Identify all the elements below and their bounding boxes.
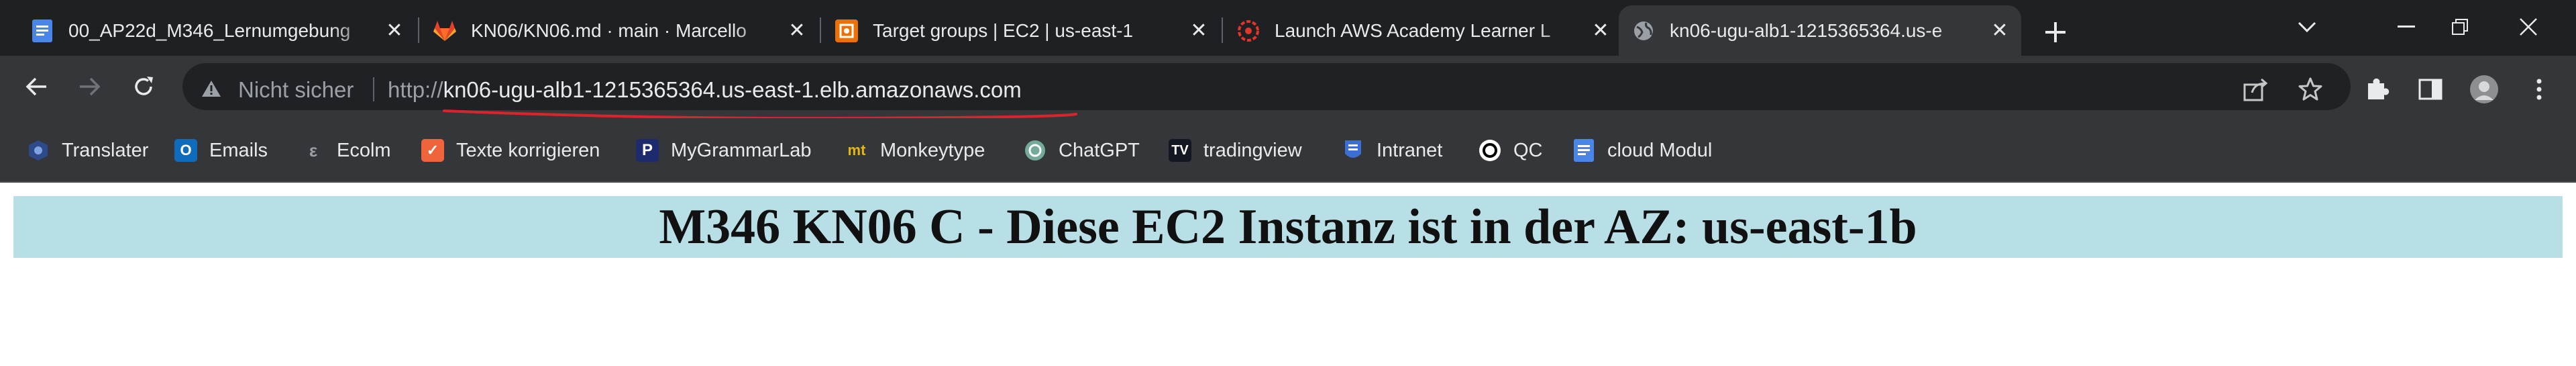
tab-separator (1222, 17, 1223, 43)
close-window-button[interactable] (2505, 7, 2552, 47)
bookmark-label: Monkeytype (880, 139, 985, 161)
bookmark-mygrammarlab[interactable]: P MyGrammarLab (636, 133, 812, 168)
bookmark-label: MyGrammarLab (671, 139, 812, 161)
url-host: kn06-ugu-alb1-1215365364.us-east-1.elb.a… (443, 77, 1022, 102)
bookmark-star-button[interactable] (2295, 74, 2326, 105)
forward-button[interactable] (70, 66, 110, 107)
omnibox-divider (373, 77, 374, 101)
tab-title: Launch AWS Academy Learner L (1275, 19, 1551, 41)
outlook-icon: O (174, 139, 197, 162)
star-icon (2298, 77, 2322, 101)
mygrammarlab-icon: P (636, 139, 659, 162)
side-panel-button[interactable] (2415, 74, 2446, 105)
avatar-icon (2470, 75, 2498, 103)
tab-title: Target groups | EC2 | us-east-1 (873, 19, 1134, 41)
close-icon[interactable]: ✕ (1188, 19, 1210, 42)
bookmark-label: Emails (209, 139, 268, 161)
more-vert-icon (2536, 79, 2542, 100)
chevron-down-icon (2298, 21, 2316, 33)
minimize-icon (2398, 26, 2415, 28)
bookmark-label: ChatGPT (1059, 139, 1140, 161)
bookmark-label: QC (1513, 139, 1543, 161)
minimize-button[interactable] (2383, 7, 2430, 47)
intranet-icon (1342, 139, 1364, 162)
reload-button[interactable] (123, 66, 164, 107)
security-status-label[interactable]: Nicht sicher (238, 77, 354, 103)
page-heading-banner: M346 KN06 C - Diese EC2 Instanz ist in d… (13, 196, 2563, 258)
bookmark-ecolm[interactable]: ε Ecolm (302, 133, 391, 168)
url-scheme: http:// (388, 77, 443, 102)
tab-strip: 00_AP22d_M346_Lernumgebung ✕ KN06/KN06.m… (0, 0, 2576, 56)
close-icon[interactable]: ✕ (1590, 19, 1611, 42)
aws-academy-icon (1237, 19, 1260, 42)
tab-search-button[interactable] (2284, 7, 2330, 47)
restore-button[interactable] (2436, 7, 2483, 47)
bookmark-label: tradingview (1203, 139, 1302, 161)
bookmark-texte-korrigieren[interactable]: ✓ Texte korrigieren (421, 133, 600, 168)
text-correct-icon: ✓ (421, 139, 444, 162)
tab-aws-academy[interactable]: Launch AWS Academy Learner L ✕ (1224, 5, 1622, 56)
tradingview-icon: TV (1169, 139, 1191, 162)
share-icon (2243, 78, 2268, 101)
tab-title: kn06-ugu-alb1-1215365364.us-e (1670, 19, 1943, 41)
google-docs-icon (31, 19, 54, 42)
tab-separator (418, 17, 419, 43)
page-title: M346 KN06 C - Diese EC2 Instanz ist in d… (659, 199, 1917, 255)
chatgpt-icon (1024, 139, 1046, 162)
close-icon[interactable]: ✕ (786, 19, 808, 42)
bookmark-tradingview[interactable]: TV tradingview (1169, 133, 1302, 168)
reload-icon (135, 77, 153, 95)
profile-avatar[interactable] (2469, 74, 2500, 105)
bookmark-label: Ecolm (337, 139, 391, 161)
extensions-button[interactable] (2361, 74, 2392, 105)
plus-icon (2045, 22, 2065, 42)
qc-icon (1479, 139, 1501, 162)
bookmark-label: Translater (62, 139, 149, 161)
share-button[interactable] (2241, 74, 2271, 105)
bookmark-emails[interactable]: O Emails (174, 133, 268, 168)
bookmark-qc[interactable]: QC (1479, 133, 1543, 168)
close-icon[interactable]: ✕ (384, 19, 405, 42)
bookmark-monkeytype[interactable]: mt Monkeytype (845, 133, 985, 168)
tab-title: 00_AP22d_M346_Lernumgebung (68, 19, 351, 41)
tab-title: KN06/KN06.md · main · Marcello (471, 19, 747, 41)
bookmark-label: cloud Modul (1607, 139, 1713, 161)
gitlab-icon (433, 19, 456, 42)
ecolm-icon: ε (309, 140, 318, 161)
globe-icon (1632, 19, 1655, 42)
tab-gitlab[interactable]: KN06/KN06.md · main · Marcello ✕ (420, 5, 818, 56)
monkeytype-icon: mt (847, 142, 866, 158)
bookmark-translater[interactable]: Translater (27, 133, 148, 168)
tab-lernumgebung[interactable]: 00_AP22d_M346_Lernumgebung ✕ (17, 5, 416, 56)
aws-ec2-icon (835, 19, 858, 42)
restore-icon (2452, 19, 2468, 35)
url-text[interactable]: http://kn06-ugu-alb1-1215365364.us-east-… (388, 77, 1022, 103)
bookmark-chatgpt[interactable]: ChatGPT (1024, 133, 1140, 168)
bookmark-label: Texte korrigieren (456, 139, 600, 161)
arrow-left-icon (25, 77, 46, 96)
close-icon (2520, 18, 2537, 36)
arrow-right-icon (80, 77, 101, 96)
back-button[interactable] (16, 66, 56, 107)
warning-triangle-icon[interactable] (201, 80, 221, 97)
bookmark-label: Intranet (1377, 139, 1443, 161)
tab-active-elb[interactable]: kn06-ugu-alb1-1215365364.us-e ✕ (1619, 5, 2021, 56)
new-tab-button[interactable] (2037, 13, 2074, 51)
bookmark-intranet[interactable]: Intranet (1342, 133, 1442, 168)
bookmark-cloud-modul[interactable]: cloud Modul (1572, 133, 1712, 168)
side-panel-icon (2418, 79, 2443, 100)
puzzle-icon (2368, 78, 2390, 99)
tab-target-groups[interactable]: Target groups | EC2 | us-east-1 ✕ (822, 5, 1220, 56)
tab-separator (820, 17, 821, 43)
translater-icon (27, 139, 50, 162)
menu-button[interactable] (2524, 74, 2555, 105)
close-icon[interactable]: ✕ (1989, 19, 2010, 42)
google-docs-icon (1572, 139, 1595, 162)
